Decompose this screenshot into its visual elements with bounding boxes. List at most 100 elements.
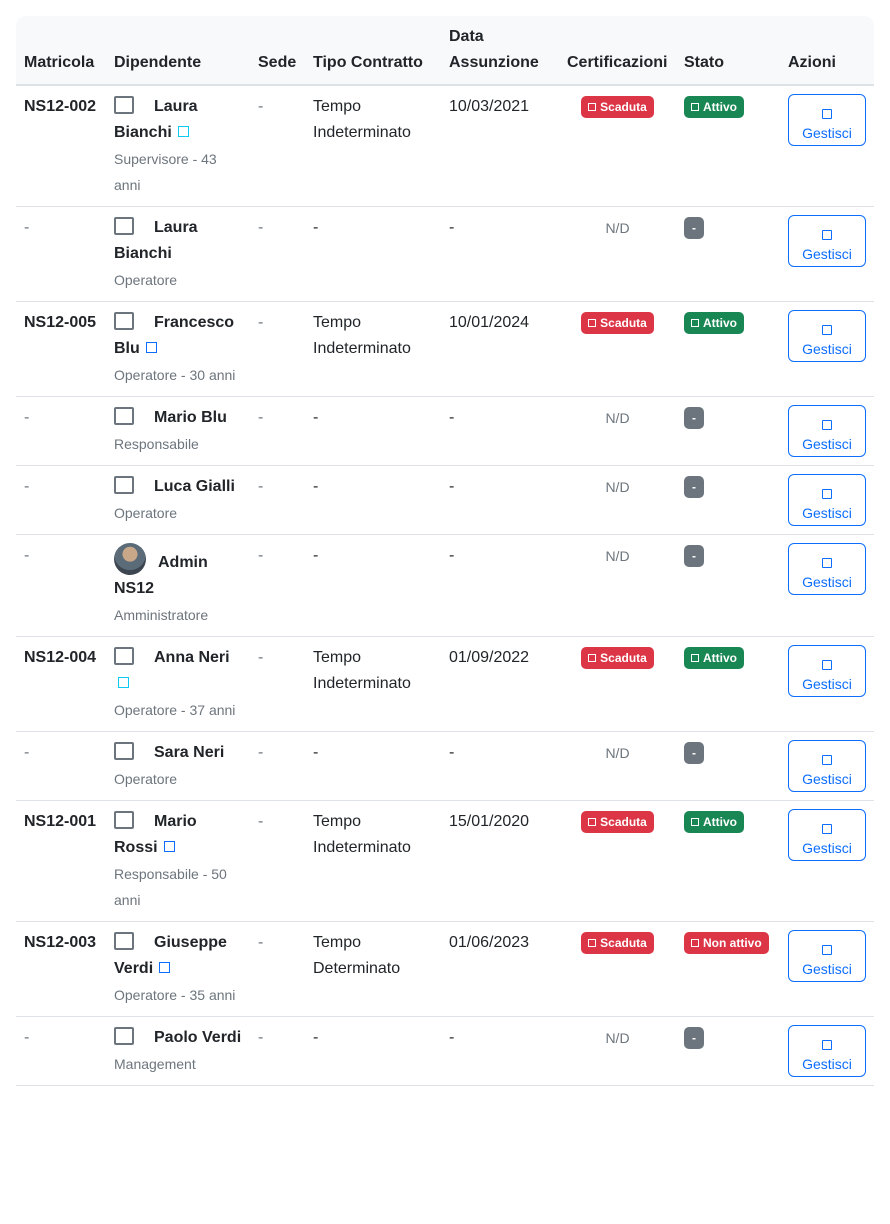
checkbox-icon[interactable] <box>114 1027 134 1045</box>
gestisci-label: Gestisci <box>802 1055 852 1072</box>
contratto-text: Tempo Indeterminato <box>313 98 411 141</box>
checkbox-icon[interactable] <box>114 811 134 829</box>
cell-azioni: Gestisci <box>780 206 874 302</box>
table-row[interactable]: - Paolo Verdi Management - - - N/D - Gestisci <box>16 1016 874 1086</box>
checkbox-icon[interactable] <box>114 96 134 114</box>
employee-name[interactable]: Admin NS12 <box>114 543 242 602</box>
cell-certificazioni: N/D <box>559 206 676 302</box>
cell-stato: - <box>676 534 780 637</box>
col-header-matricola[interactable]: Matricola <box>16 16 106 86</box>
cell-stato: Attivo <box>676 800 780 922</box>
table-row[interactable]: - Laura Bianchi Operatore - - - N/D - Gestisci <box>16 206 874 302</box>
gestisci-button[interactable]: Gestisci <box>788 809 866 861</box>
edit-square-icon <box>822 754 832 765</box>
edit-square-icon <box>822 324 832 335</box>
cert-status-label: Scaduta <box>600 651 647 665</box>
gestisci-button[interactable]: Gestisci <box>788 94 866 146</box>
cell-sede: - <box>250 1016 305 1086</box>
status-badge: - <box>684 217 704 239</box>
status-badge: - <box>684 545 704 567</box>
col-header-sede[interactable]: Sede <box>250 16 305 86</box>
sede-text: - <box>258 744 264 761</box>
table-row[interactable]: - Mario Blu Responsabile - - - N/D - Gestisci <box>16 396 874 466</box>
cell-dipendente: Mario Blu Responsabile <box>106 396 250 466</box>
table-row[interactable]: - Sara Neri Operatore - - - N/D - Gestisci <box>16 731 874 801</box>
square-icon <box>691 654 699 662</box>
employee-name[interactable]: Sara Neri <box>114 740 242 766</box>
cell-tipo-contratto: - <box>305 465 441 535</box>
col-header-dipendente[interactable]: Dipendente <box>106 16 250 86</box>
status-badge: - <box>684 742 704 764</box>
sede-text: - <box>258 409 264 426</box>
employee-name[interactable]: Anna Neri <box>114 645 242 671</box>
checkbox-icon[interactable] <box>114 407 134 425</box>
employees-table-container: Matricola Dipendente Sede Tipo Contratto… <box>16 16 874 1086</box>
checkbox-icon[interactable] <box>114 742 134 760</box>
employee-name[interactable]: Francesco Blu <box>114 310 242 362</box>
sede-text: - <box>258 813 264 830</box>
gestisci-button[interactable]: Gestisci <box>788 543 866 595</box>
matricola-text: - <box>24 1029 30 1046</box>
col-header-tipo-contratto[interactable]: Tipo Contratto <box>305 16 441 86</box>
gestisci-button[interactable]: Gestisci <box>788 310 866 362</box>
cell-sede: - <box>250 465 305 535</box>
col-header-stato[interactable]: Stato <box>676 16 780 86</box>
table-row[interactable]: NS12-002 Laura Bianchi Supervisore - 43 an… <box>16 85 874 207</box>
gestisci-label: Gestisci <box>802 245 852 262</box>
table-row[interactable]: NS12-001 Mario Rossi Responsabile - 50 ann… <box>16 800 874 922</box>
gestisci-button[interactable]: Gestisci <box>788 474 866 526</box>
contratto-text: - <box>313 219 319 236</box>
cell-dipendente: Admin NS12 Amministratore <box>106 534 250 637</box>
sede-text: - <box>258 478 264 495</box>
checkbox-icon[interactable] <box>114 932 134 950</box>
table-row[interactable]: - Luca Gialli Operatore - - - N/D - Gestisci <box>16 465 874 535</box>
employee-role-age: Operatore - 35 anni <box>114 987 236 1003</box>
gestisci-button[interactable]: Gestisci <box>788 930 866 982</box>
employee-name[interactable]: Mario Rossi <box>114 809 242 861</box>
employee-name[interactable]: Laura Bianchi <box>114 94 242 146</box>
employee-role-age: Amministratore <box>114 607 209 623</box>
checkbox-icon[interactable] <box>114 217 134 235</box>
cell-data-assunzione: - <box>441 1016 559 1086</box>
matricola-text: NS12-004 <box>24 649 97 666</box>
employee-last-name: Verdi <box>202 1029 242 1046</box>
gestisci-button[interactable]: Gestisci <box>788 1025 866 1077</box>
table-row[interactable]: NS12-003 Giuseppe Verdi Operatore - 35 ann… <box>16 921 874 1017</box>
cell-data-assunzione: - <box>441 206 559 302</box>
checkbox-icon[interactable] <box>114 647 134 665</box>
edit-square-icon <box>822 557 832 568</box>
checkbox-icon[interactable] <box>114 476 134 494</box>
cell-dipendente: Laura Bianchi Supervisore - 43 anni <box>106 85 250 207</box>
cell-dipendente: Sara Neri Operatore <box>106 731 250 801</box>
status-label: Non attivo <box>703 936 762 950</box>
gestisci-label: Gestisci <box>802 675 852 692</box>
employee-name[interactable]: Mario Blu <box>114 405 242 431</box>
employee-name[interactable]: Giuseppe Verdi <box>114 930 242 982</box>
col-header-certificazioni[interactable]: Certificazioni <box>559 16 676 86</box>
col-header-data-assunzione[interactable]: Data Assunzione <box>441 16 559 86</box>
data-assunzione-text: - <box>449 409 455 426</box>
edit-square-icon <box>822 419 832 430</box>
employee-role-age: Supervisore - 43 anni <box>114 151 217 193</box>
gestisci-button[interactable]: Gestisci <box>788 215 866 267</box>
cell-sede: - <box>250 85 305 207</box>
gestisci-button[interactable]: Gestisci <box>788 405 866 457</box>
employee-name[interactable]: Laura Bianchi <box>114 215 242 267</box>
contratto-text: - <box>313 478 319 495</box>
cell-sede: - <box>250 534 305 637</box>
status-label: - <box>692 221 696 235</box>
cell-stato: Attivo <box>676 301 780 397</box>
employee-name[interactable]: Luca Gialli <box>114 474 242 500</box>
gestisci-button[interactable]: Gestisci <box>788 645 866 697</box>
data-assunzione-text: - <box>449 478 455 495</box>
employee-name[interactable]: Paolo Verdi <box>114 1025 242 1051</box>
table-row[interactable]: NS12-004 Anna Neri Operatore - 37 anni - Tem… <box>16 636 874 732</box>
col-header-azioni: Azioni <box>780 16 874 86</box>
checkbox-icon[interactable] <box>114 312 134 330</box>
cell-data-assunzione: - <box>441 534 559 637</box>
gestisci-button[interactable]: Gestisci <box>788 740 866 792</box>
table-row[interactable]: - Admin NS12 Amministratore - - - N/D - Gestisci <box>16 534 874 637</box>
edit-square-icon <box>822 659 832 670</box>
table-row[interactable]: NS12-005 Francesco Blu Operatore - 30 anni… <box>16 301 874 397</box>
cell-dipendente: Anna Neri Operatore - 37 anni <box>106 636 250 732</box>
